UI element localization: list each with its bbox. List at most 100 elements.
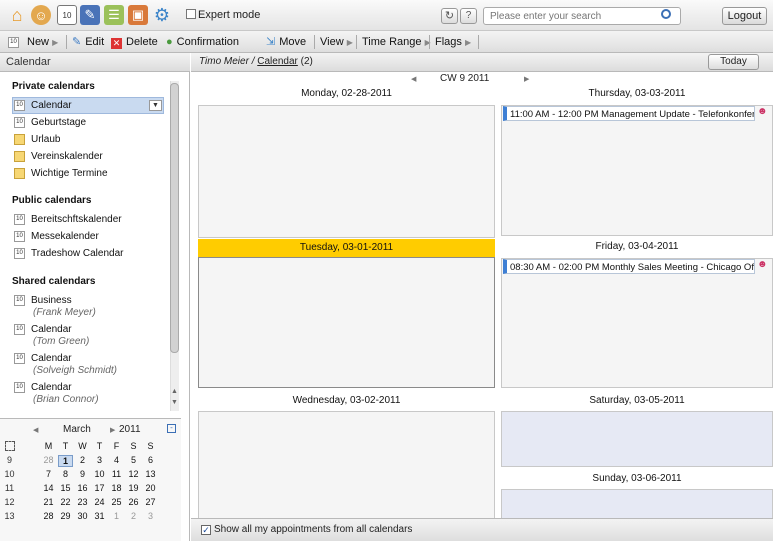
- sidebar-item-vereinskalender[interactable]: Vereinskalender: [14, 148, 103, 165]
- mini-day[interactable]: 24: [92, 497, 107, 507]
- refresh-icon: ↻: [444, 10, 455, 22]
- sidebar-item-bereitschftskalender[interactable]: 10 Bereitschftskalender: [14, 211, 122, 228]
- mini-day[interactable]: 17: [92, 483, 107, 493]
- delete-button[interactable]: ✕ Delete: [111, 31, 158, 53]
- edit-label: Edit: [85, 36, 105, 48]
- settings-icon[interactable]: ⚙: [152, 5, 172, 25]
- mini-day[interactable]: 30: [75, 511, 90, 521]
- participants-icon[interactable]: ☻: [757, 259, 768, 270]
- collapse-icon[interactable]: -: [167, 424, 176, 433]
- mini-day[interactable]: 28: [41, 511, 56, 521]
- edit-button[interactable]: ✎ Edit: [72, 31, 104, 53]
- mini-day[interactable]: 29: [58, 511, 73, 521]
- logout-button[interactable]: Logout: [722, 7, 767, 25]
- search-icon[interactable]: [661, 9, 671, 19]
- mini-day[interactable]: 3: [92, 455, 107, 465]
- mini-day[interactable]: 2: [126, 511, 141, 521]
- sidebar-item-messekalender[interactable]: 10 Messekalender: [14, 228, 99, 245]
- sidebar-item-wichtige-termine[interactable]: Wichtige Termine: [14, 165, 108, 182]
- day-cell-saturday[interactable]: [501, 411, 773, 467]
- mini-day[interactable]: 7: [41, 469, 56, 479]
- mini-day[interactable]: 12: [126, 469, 141, 479]
- mini-day[interactable]: 4: [109, 455, 124, 465]
- sidebar-item-tradeshow-calendar[interactable]: 10 Tradeshow Calendar: [14, 245, 123, 262]
- mini-day[interactable]: 6: [143, 455, 158, 465]
- week-number[interactable]: 12: [2, 497, 17, 507]
- notes-icon[interactable]: ☰: [104, 5, 124, 25]
- footer-bar: ✓ Show all my appointments from all calen…: [191, 518, 773, 541]
- mini-day[interactable]: 23: [75, 497, 90, 507]
- mini-day[interactable]: 26: [126, 497, 141, 507]
- mini-day[interactable]: 11: [109, 469, 124, 479]
- move-button[interactable]: ⇲ Move: [266, 31, 306, 53]
- mini-day[interactable]: 22: [58, 497, 73, 507]
- weekday-header: W: [78, 441, 87, 451]
- sidebar-item-calendar[interactable]: 10 Calendar: [14, 97, 72, 114]
- event-friday[interactable]: 08:30 AM - 02:00 PM Monthly Sales Meetin…: [503, 259, 755, 274]
- mini-day[interactable]: 2: [75, 455, 90, 465]
- home-icon[interactable]: ⌂: [7, 5, 27, 25]
- refresh-button[interactable]: ↻: [441, 8, 458, 24]
- new-button[interactable]: 10 New ▶: [8, 31, 58, 53]
- mini-day[interactable]: 28: [41, 455, 56, 465]
- mini-day[interactable]: 25: [109, 497, 124, 507]
- mini-day[interactable]: 19: [126, 483, 141, 493]
- mini-day[interactable]: 27: [143, 497, 158, 507]
- mini-day[interactable]: 1: [109, 511, 124, 521]
- mini-day[interactable]: 15: [58, 483, 73, 493]
- mini-year[interactable]: 2011: [119, 424, 141, 435]
- mini-month[interactable]: March: [63, 424, 91, 435]
- scroll-down-icon[interactable]: ▼: [171, 399, 178, 406]
- show-all-checkbox[interactable]: ✓: [201, 525, 211, 535]
- mini-day[interactable]: 20: [143, 483, 158, 493]
- mini-day[interactable]: 13: [143, 469, 158, 479]
- confirmation-button[interactable]: ● Confirmation: [166, 31, 239, 53]
- week-view-icon[interactable]: [5, 441, 15, 451]
- main-calendar-area: Timo Meier / Calendar (2) Today ◀ CW 9 2…: [191, 53, 773, 541]
- mini-day[interactable]: 8: [58, 469, 73, 479]
- week-number[interactable]: 11: [2, 483, 17, 493]
- view-menu[interactable]: View ▶: [320, 31, 353, 53]
- prev-month-icon[interactable]: ◀: [33, 426, 38, 434]
- mini-day[interactable]: 5: [126, 455, 141, 465]
- participants-icon[interactable]: ☻: [757, 106, 768, 117]
- flags-menu[interactable]: Flags ▶: [435, 31, 471, 53]
- event-thursday[interactable]: 11:00 AM - 12:00 PM Management Update - …: [503, 106, 755, 121]
- mini-day[interactable]: 21: [41, 497, 56, 507]
- edit-icon: ✎: [72, 36, 82, 48]
- sidebar-scroll-thumb[interactable]: [170, 83, 179, 353]
- day-cell-monday[interactable]: [198, 105, 495, 238]
- next-week-icon[interactable]: ▶: [524, 75, 529, 83]
- expert-mode-checkbox[interactable]: [186, 9, 196, 19]
- prev-week-icon[interactable]: ◀: [411, 75, 416, 83]
- week-number[interactable]: 10: [2, 469, 17, 479]
- contacts-icon[interactable]: ☺: [31, 5, 51, 25]
- week-number[interactable]: 13: [2, 511, 17, 521]
- mini-day[interactable]: 10: [92, 469, 107, 479]
- sidebar-item-geburtstage[interactable]: 10 Geburtstage: [14, 114, 86, 131]
- help-button[interactable]: ?: [460, 8, 477, 24]
- mini-day[interactable]: 14: [41, 483, 56, 493]
- scroll-up-icon[interactable]: ▲: [171, 388, 178, 395]
- portfolio-icon[interactable]: ▣: [128, 5, 148, 25]
- search-input[interactable]: [483, 7, 681, 25]
- day-cell-friday[interactable]: [501, 258, 773, 388]
- tasks-icon[interactable]: ✎: [80, 5, 100, 25]
- mini-day[interactable]: 1: [58, 455, 73, 467]
- mini-day[interactable]: 9: [75, 469, 90, 479]
- today-button[interactable]: Today: [708, 54, 759, 70]
- mini-day[interactable]: 18: [109, 483, 124, 493]
- mini-day[interactable]: 3: [143, 511, 158, 521]
- next-month-icon[interactable]: ▶: [110, 426, 115, 434]
- week-number[interactable]: 9: [2, 455, 17, 465]
- day-cell-tuesday[interactable]: [198, 257, 495, 388]
- calendar-icon[interactable]: 10: [57, 5, 77, 25]
- mini-day[interactable]: 31: [92, 511, 107, 521]
- day-cell-thursday[interactable]: [501, 105, 773, 236]
- mini-day[interactable]: 16: [75, 483, 90, 493]
- breadcrumb-calendar-link[interactable]: Calendar: [257, 56, 298, 67]
- calendar-dropdown-icon[interactable]: ▼: [149, 100, 162, 111]
- day-cell-sunday[interactable]: [501, 489, 773, 519]
- sidebar-item-urlaub[interactable]: Urlaub: [14, 131, 60, 148]
- time-range-menu[interactable]: Time Range ▶: [362, 31, 431, 53]
